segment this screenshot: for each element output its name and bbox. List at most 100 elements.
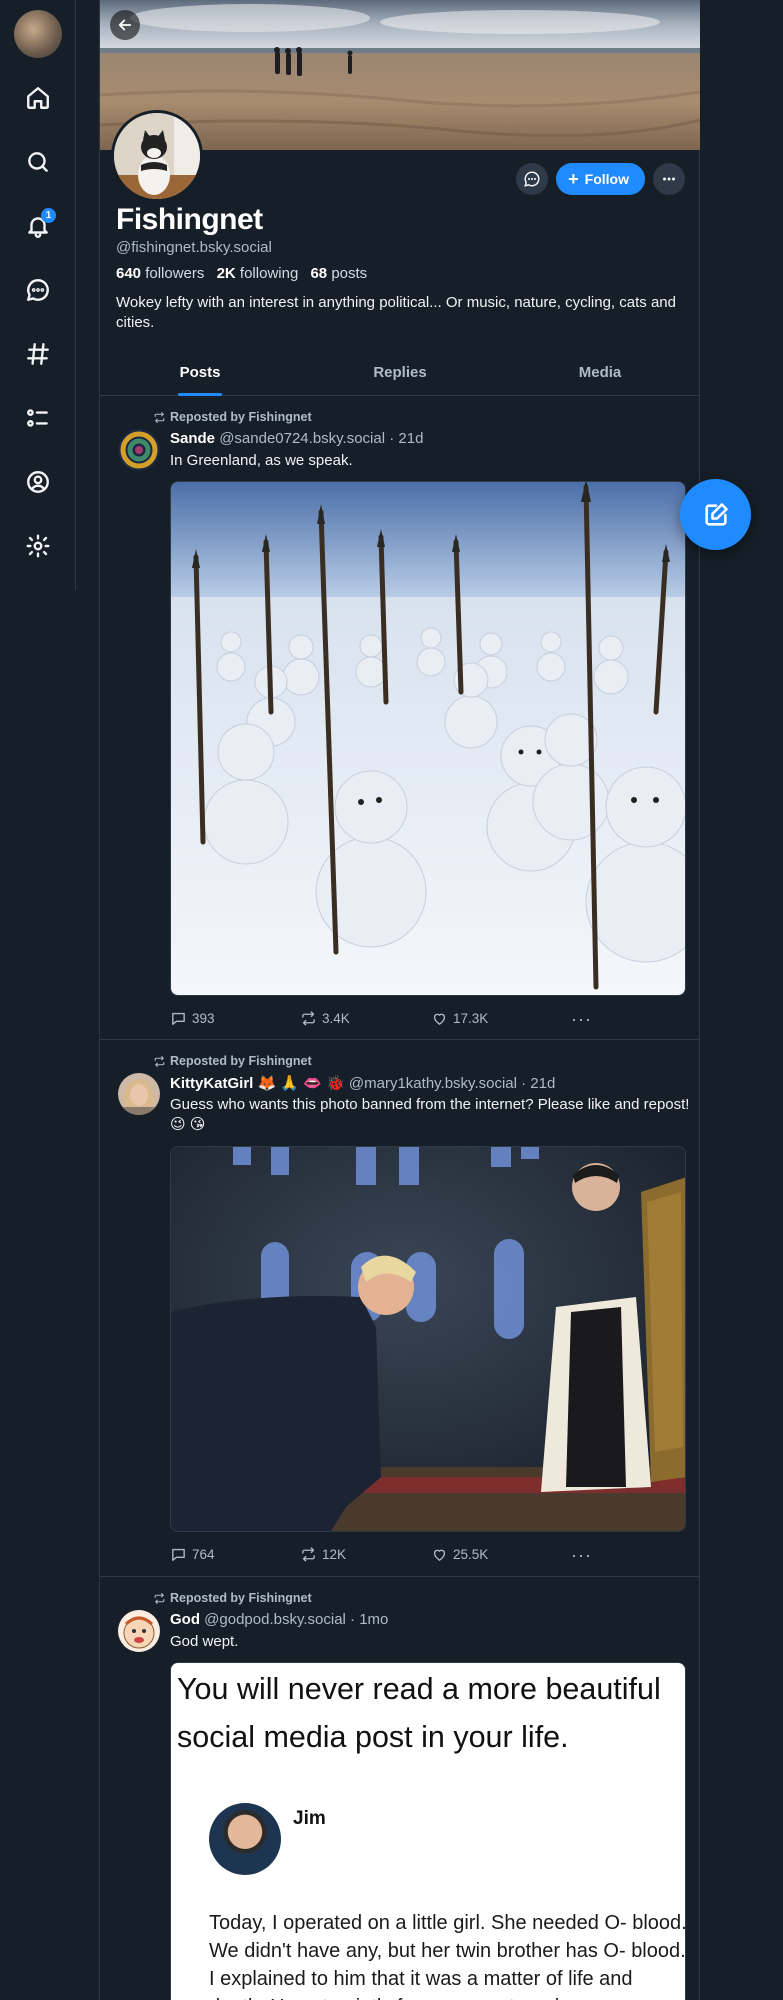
compose-button[interactable] <box>680 479 751 550</box>
repost-indicator[interactable]: Reposted by Fishingnet <box>153 1054 312 1068</box>
feed-post[interactable]: Reposted by Fishingnet Sande @sande0724.… <box>100 397 700 1040</box>
list-icon <box>27 409 48 427</box>
following-link[interactable]: 2K following <box>217 265 299 282</box>
repost-label: Reposted by Fishingnet <box>170 1591 312 1605</box>
author-name[interactable]: Sande <box>170 430 215 447</box>
arrow-left-icon <box>118 19 132 31</box>
post-metrics: 393 3.4K 17.3K ··· <box>170 1008 592 1029</box>
repost-icon <box>302 1011 315 1026</box>
screenshot-avatar <box>209 1803 281 1875</box>
like-button[interactable]: 17.3K <box>431 1010 571 1027</box>
post-header: KittyKatGirl 🦊 🙏 👄 🐞 @mary1kathy.bsky.so… <box>170 1074 555 1092</box>
repost-indicator[interactable]: Reposted by Fishingnet <box>153 410 312 424</box>
ellipsis-icon: ··· <box>571 1008 592 1029</box>
reply-button[interactable]: 393 <box>170 1010 300 1027</box>
profile-stats: 640 followers 2K following 68 posts <box>116 265 367 282</box>
plus-icon: + <box>568 169 579 189</box>
followers-link[interactable]: 640 followers <box>116 265 204 282</box>
post-image[interactable]: You will never read a more beautiful soc… <box>170 1662 686 2000</box>
home-button[interactable] <box>20 80 56 116</box>
repost-icon <box>302 1547 315 1562</box>
profile-actions: + Follow <box>516 163 685 195</box>
left-nav-rail: 1 <box>0 0 76 590</box>
author-avatar[interactable] <box>118 429 160 471</box>
post-header: God @godpod.bsky.social · 1mo <box>170 1611 388 1628</box>
feed-post[interactable]: Reposted by Fishingnet God @godpod.bsky.… <box>100 1578 700 2000</box>
heart-icon <box>433 1013 446 1025</box>
reply-count: 764 <box>192 1547 215 1562</box>
screenshot-title: You will never read a more beautiful soc… <box>177 1672 661 1754</box>
repost-label: Reposted by Fishingnet <box>170 1054 312 1068</box>
posts-count: 68 <box>310 265 328 282</box>
like-button[interactable]: 25.5K <box>431 1546 571 1563</box>
reply-count: 393 <box>192 1011 215 1026</box>
post-time[interactable]: · 1mo <box>350 1611 388 1628</box>
ellipsis-icon <box>663 177 675 181</box>
chat-icon <box>524 171 540 187</box>
post-time[interactable]: · 21d <box>389 430 423 447</box>
compose-icon <box>704 502 728 526</box>
main-column: + Follow Fishingnet @fishingnet.bsky.soc… <box>99 0 700 2000</box>
author-avatar[interactable] <box>118 1610 160 1652</box>
text-screenshot-card: You will never read a more beautiful soc… <box>171 1663 685 2000</box>
profile-display-name: Fishingnet <box>116 203 263 236</box>
cathedral-image <box>171 1147 685 1531</box>
follow-label: Follow <box>584 171 629 187</box>
repost-indicator[interactable]: Reposted by Fishingnet <box>153 1591 312 1605</box>
profile-avatar[interactable] <box>111 110 203 202</box>
repost-icon <box>154 1592 165 1604</box>
author-handle[interactable]: @mary1kathy.bsky.social <box>349 1075 517 1092</box>
post-more-button[interactable]: ··· <box>571 1008 592 1029</box>
lists-button[interactable] <box>20 400 56 436</box>
following-count: 2K <box>216 265 236 282</box>
more-options-button[interactable] <box>653 163 685 195</box>
tab-replies[interactable]: Replies <box>300 354 500 395</box>
avatar-image <box>118 429 160 471</box>
hash-icon <box>27 343 49 365</box>
post-image[interactable] <box>170 481 686 996</box>
search-button[interactable] <box>20 144 56 180</box>
user-icon <box>27 471 49 493</box>
author-name[interactable]: God <box>170 1611 200 1628</box>
author-name[interactable]: KittyKatGirl 🦊 🙏 👄 🐞 <box>170 1075 345 1092</box>
profile-handle: @fishingnet.bsky.social <box>116 239 272 256</box>
tab-posts[interactable]: Posts <box>100 354 300 395</box>
tab-media[interactable]: Media <box>500 354 700 395</box>
following-label: following <box>239 265 299 282</box>
avatar-image <box>118 1610 160 1652</box>
snowmen-image <box>171 482 685 995</box>
message-button[interactable] <box>516 163 549 195</box>
author-handle[interactable]: @sande0724.bsky.social <box>219 430 385 447</box>
repost-count: 12K <box>322 1547 347 1562</box>
home-icon <box>27 87 49 109</box>
like-count: 17.3K <box>453 1011 489 1026</box>
current-user-avatar[interactable] <box>14 10 62 58</box>
feed-post[interactable]: Reposted by Fishingnet KittyKatGirl 🦊 🙏 … <box>100 1041 700 1577</box>
chat-icon <box>27 279 49 301</box>
author-handle[interactable]: @godpod.bsky.social <box>204 1611 346 1628</box>
reply-icon <box>172 1548 185 1561</box>
repost-icon <box>154 1055 165 1067</box>
notification-badge: 1 <box>41 208 56 223</box>
back-button[interactable] <box>110 10 140 40</box>
notifications-button[interactable]: 1 <box>20 208 56 244</box>
reply-icon <box>172 1012 185 1025</box>
avatar-image <box>118 1073 160 1115</box>
post-metrics: 764 12K 25.5K ··· <box>170 1544 592 1565</box>
repost-button[interactable]: 12K <box>300 1546 431 1563</box>
reply-button[interactable]: 764 <box>170 1546 300 1563</box>
post-text: God wept. <box>170 1633 239 1650</box>
author-avatar[interactable] <box>118 1073 160 1115</box>
ellipsis-icon: ··· <box>571 1544 592 1565</box>
chat-button[interactable] <box>20 272 56 308</box>
settings-button[interactable] <box>20 528 56 564</box>
follow-button[interactable]: + Follow <box>556 163 645 195</box>
post-more-button[interactable]: ··· <box>571 1544 592 1565</box>
post-image[interactable] <box>170 1146 686 1532</box>
feeds-button[interactable] <box>20 336 56 372</box>
post-time[interactable]: · 21d <box>521 1075 555 1092</box>
repost-button[interactable]: 3.4K <box>300 1010 431 1027</box>
heart-icon <box>433 1549 446 1561</box>
profile-button[interactable] <box>20 464 56 500</box>
repost-label: Reposted by Fishingnet <box>170 410 312 424</box>
